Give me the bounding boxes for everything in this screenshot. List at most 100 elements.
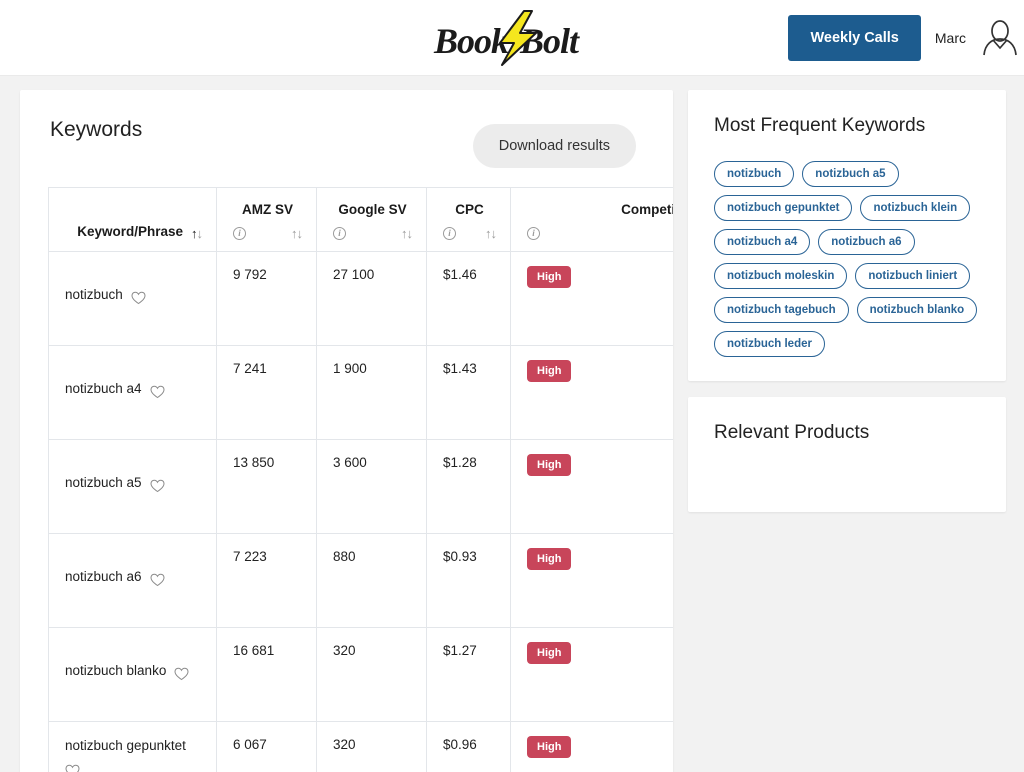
keywords-header: Keywords Download results [20, 90, 673, 168]
cell-cpc: $0.96 [426, 720, 511, 772]
column-label: CPC [455, 202, 484, 217]
cell-amz-sv: 7 241 [216, 345, 317, 440]
keyword-tag[interactable]: notizbuch a4 [714, 229, 811, 255]
cell-keyword: notizbuch a4 [48, 345, 217, 440]
status-badge: High [527, 266, 572, 288]
keyword-text: notizbuch a5 [65, 474, 142, 490]
most-frequent-keywords-card: Most Frequent Keywords notizbuch notizbuc… [688, 90, 1006, 381]
cell-cpc: $1.46 [426, 251, 511, 346]
bookbolt-logo[interactable]: Book Bolt [432, 9, 592, 67]
info-icon[interactable]: i [443, 226, 456, 240]
sort-icon[interactable]: ↑↓ [291, 226, 303, 241]
table-header-row: Keyword/Phrase ↑↓ AMZ SV i ↑↓ Google SV … [48, 187, 673, 252]
keywords-table: Keyword/Phrase ↑↓ AMZ SV i ↑↓ Google SV … [48, 187, 673, 772]
google-sv-value: 27 100 [333, 267, 375, 282]
page-title: Keywords [50, 118, 143, 141]
cell-google-sv: 320 [316, 720, 427, 772]
column-label: Competition [621, 202, 673, 217]
keyword-tag[interactable]: notizbuch tagebuch [714, 297, 849, 323]
column-header-google-sv[interactable]: Google SV i ↑↓ [316, 187, 427, 252]
column-header-amz-sv[interactable]: AMZ SV i ↑↓ [216, 187, 317, 252]
amz-sv-value: 13 850 [233, 455, 275, 470]
avatar-icon[interactable] [980, 18, 1020, 58]
favorite-heart-icon[interactable] [150, 573, 165, 587]
cell-keyword: notizbuch gepunktet [48, 720, 217, 772]
keyword-tag[interactable]: notizbuch moleskin [714, 263, 848, 289]
amz-sv-value: 16 681 [233, 643, 275, 658]
cell-competition: High [510, 627, 673, 722]
cpc-value: $1.46 [443, 267, 477, 282]
cell-competition: High [510, 720, 673, 772]
weekly-calls-button[interactable]: Weekly Calls [788, 14, 921, 61]
status-badge: High [527, 736, 572, 758]
google-sv-value: 880 [333, 549, 356, 564]
table-row: notizbuch 9 792 27 100 $1.46 High [48, 251, 673, 346]
google-sv-value: 320 [333, 737, 356, 752]
cell-competition: High [510, 439, 673, 534]
cell-google-sv: 27 100 [316, 251, 427, 346]
keyword-tag[interactable]: notizbuch blanko [856, 297, 978, 323]
download-results-button[interactable]: Download results [472, 124, 636, 168]
keyword-tag[interactable]: notizbuch [714, 161, 795, 187]
column-label: Google SV [338, 202, 407, 217]
cell-cpc: $1.28 [426, 439, 511, 534]
column-header-competition[interactable]: Competition i ↑↓ [510, 187, 673, 252]
google-sv-value: 3 600 [333, 455, 367, 470]
sort-icon[interactable]: ↑↓ [485, 226, 497, 241]
column-label: AMZ SV [241, 202, 293, 217]
cell-competition: High [510, 251, 673, 346]
keyword-tag-list: notizbuch notizbuch a5 notizbuch gepunktet… [714, 161, 980, 357]
cell-amz-sv: 6 067 [216, 720, 317, 772]
cell-google-sv: 320 [316, 627, 427, 722]
user-name-label: Marc [934, 29, 966, 46]
status-badge: High [527, 360, 572, 382]
status-badge: High [527, 548, 572, 570]
status-badge: High [527, 454, 572, 476]
keyword-tag[interactable]: notizbuch gepunktet [714, 195, 853, 221]
favorite-heart-icon[interactable] [150, 479, 165, 493]
cell-google-sv: 3 600 [316, 439, 427, 534]
sort-icon[interactable]: ↑↓ [191, 226, 203, 241]
cpc-value: $0.93 [443, 549, 477, 564]
info-icon[interactable]: i [333, 226, 346, 240]
page-body: Keywords Download results Keyword/Phrase… [0, 76, 1024, 772]
column-header-keyword[interactable]: Keyword/Phrase ↑↓ [48, 187, 217, 252]
favorite-heart-icon[interactable] [65, 764, 80, 772]
cell-amz-sv: 16 681 [216, 627, 317, 722]
cell-google-sv: 1 900 [316, 345, 427, 440]
keyword-text: notizbuch gepunktet [65, 738, 186, 753]
cell-competition: High [510, 345, 673, 440]
favorite-heart-icon[interactable] [174, 667, 189, 681]
amz-sv-value: 9 792 [233, 267, 267, 282]
amz-sv-value: 7 241 [233, 361, 267, 376]
cpc-value: $0.96 [443, 737, 477, 752]
cell-keyword: notizbuch a5 [48, 439, 217, 534]
google-sv-value: 1 900 [333, 361, 367, 376]
sort-icon[interactable]: ↑↓ [401, 226, 413, 241]
relevant-products-card: Relevant Products [688, 397, 1006, 512]
info-icon[interactable]: i [233, 226, 246, 240]
keyword-tag[interactable]: notizbuch a6 [818, 229, 915, 255]
table-row: notizbuch blanko 16 681 320 $1.27 High [48, 627, 673, 722]
cell-cpc: $1.43 [426, 345, 511, 440]
table-row: notizbuch a5 13 850 3 600 $1.28 High [48, 439, 673, 534]
column-header-cpc[interactable]: CPC i ↑↓ [426, 187, 511, 252]
keywords-table-container: Keyword/Phrase ↑↓ AMZ SV i ↑↓ Google SV … [20, 168, 673, 772]
keyword-tag[interactable]: notizbuch liniert [855, 263, 971, 289]
cell-keyword: notizbuch a6 [48, 533, 217, 628]
status-badge: High [527, 642, 572, 664]
keyword-text: notizbuch blanko [65, 662, 167, 678]
keyword-tag[interactable]: notizbuch klein [860, 195, 971, 221]
sidebar: Most Frequent Keywords notizbuch notizbuc… [688, 90, 1006, 512]
keyword-tag[interactable]: notizbuch a5 [802, 161, 899, 187]
keyword-tag[interactable]: notizbuch leder [714, 331, 825, 357]
favorite-heart-icon[interactable] [131, 291, 146, 305]
amz-sv-value: 7 223 [233, 549, 267, 564]
table-head: Keyword/Phrase ↑↓ AMZ SV i ↑↓ Google SV … [48, 187, 673, 252]
info-icon[interactable]: i [527, 226, 540, 240]
cell-keyword: notizbuch blanko [48, 627, 217, 722]
cpc-value: $1.28 [443, 455, 477, 470]
favorite-heart-icon[interactable] [150, 385, 165, 399]
amz-sv-value: 6 067 [233, 737, 267, 752]
google-sv-value: 320 [333, 643, 356, 658]
